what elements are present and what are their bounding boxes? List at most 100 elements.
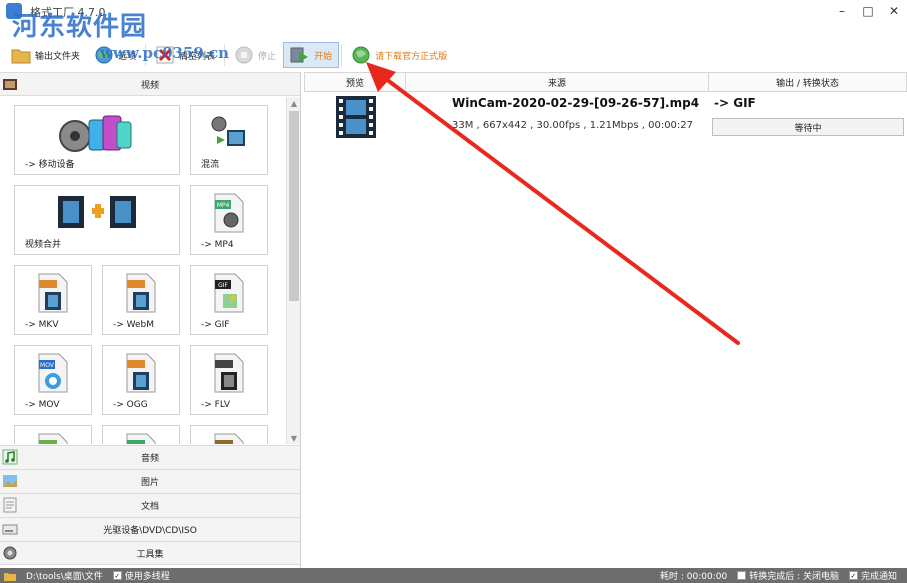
column-header-preview[interactable]: 预览 bbox=[304, 72, 406, 92]
tile-label: -> FLV bbox=[201, 400, 231, 410]
tile-label: -> 移动设备 bbox=[25, 160, 75, 170]
download-label: 请下载官方正式版 bbox=[375, 51, 448, 62]
folder-icon bbox=[11, 45, 31, 65]
toolbox-icon bbox=[2, 545, 18, 561]
start-play-icon bbox=[290, 45, 310, 65]
scroll-up-icon[interactable]: ▲ bbox=[287, 97, 301, 109]
tile-label: 混流 bbox=[201, 160, 220, 170]
file-format-icon bbox=[103, 432, 179, 444]
column-header-output-status[interactable]: 输出 / 转换状态 bbox=[709, 72, 907, 92]
tile-label: 视频合并 bbox=[25, 240, 62, 250]
disc-icon bbox=[2, 521, 18, 537]
scroll-down-icon[interactable]: ▼ bbox=[287, 432, 301, 444]
folder-small-icon bbox=[4, 571, 16, 581]
category-picture[interactable]: 图片 bbox=[0, 469, 300, 493]
document-icon bbox=[2, 497, 18, 513]
webm-icon bbox=[103, 272, 179, 314]
start-label: 开始 bbox=[314, 51, 333, 62]
video-category-icon bbox=[2, 76, 18, 92]
stop-button[interactable]: 停止 bbox=[227, 42, 283, 68]
toolbar-separator bbox=[341, 44, 343, 66]
video-file-thumbnail-icon bbox=[336, 96, 376, 141]
conversion-status[interactable]: 等待中 bbox=[712, 118, 904, 136]
category-document[interactable]: 文档 bbox=[0, 493, 300, 517]
download-official-button[interactable]: 请下载官方正式版 bbox=[344, 42, 454, 68]
multithread-label: 使用多线程 bbox=[124, 572, 170, 582]
source-filename: WinCam-2020-02-29-[09-26-57].mp4 bbox=[452, 96, 700, 110]
close-button[interactable]: ✕ bbox=[881, 0, 907, 22]
tile-mp4[interactable]: MP4 -> MP4 bbox=[190, 185, 268, 255]
mobile-device-icon bbox=[15, 112, 179, 154]
gif-badge-text: GIF bbox=[218, 282, 228, 289]
category-label: 图片 bbox=[140, 478, 159, 488]
after-done-checkbox[interactable] bbox=[737, 571, 747, 580]
tile-video-merge[interactable]: 视频合并 bbox=[14, 185, 180, 255]
video-category-label: 视频 bbox=[140, 80, 159, 91]
tile-label: -> GIF bbox=[201, 320, 230, 330]
tile-mkv[interactable]: -> MKV bbox=[14, 265, 92, 335]
stop-label: 停止 bbox=[258, 51, 277, 62]
stop-icon bbox=[234, 45, 254, 65]
gif-icon: GIF bbox=[191, 272, 267, 314]
mkv-icon bbox=[15, 272, 91, 314]
tile-label: -> OGG bbox=[113, 400, 148, 410]
column-header-source[interactable]: 来源 bbox=[406, 72, 709, 92]
tile-flv[interactable]: -> FLV bbox=[190, 345, 268, 415]
tile-label: -> MOV bbox=[25, 400, 60, 410]
tile-partial[interactable] bbox=[102, 425, 180, 444]
status-bar: D:\tools\桌面\文件 ✓ 使用多线程 耗时 : 00:00:00 转换完… bbox=[0, 568, 907, 583]
source-file-info: 33M , 667x442 , 30.00fps , 1.21Mbps , 00… bbox=[452, 120, 694, 131]
video-tiles-grid: -> 移动设备 混流 视频合并 MP4 -> MP4 -> MKV -> Web… bbox=[0, 97, 286, 444]
after-done-option[interactable]: 转换完成后 : 关闭电脑 bbox=[737, 569, 839, 582]
tile-partial[interactable] bbox=[190, 425, 268, 444]
tile-ogg[interactable]: -> OGG bbox=[102, 345, 180, 415]
mp4-badge-text: MP4 bbox=[217, 202, 230, 209]
ogg-icon bbox=[103, 352, 179, 394]
tile-mux[interactable]: 混流 bbox=[190, 105, 268, 175]
audio-icon bbox=[2, 449, 18, 465]
output-folder-button[interactable]: 输出文件夹 bbox=[4, 42, 87, 68]
file-format-icon bbox=[15, 432, 91, 444]
notify-checkbox[interactable]: ✓ bbox=[848, 571, 858, 580]
output-folder-label: 输出文件夹 bbox=[35, 51, 81, 62]
tile-partial[interactable] bbox=[14, 425, 92, 444]
category-audio[interactable]: 音频 bbox=[0, 445, 300, 469]
start-button[interactable]: 开始 bbox=[283, 42, 340, 68]
category-label: 音频 bbox=[140, 454, 159, 464]
maximize-button[interactable]: □ bbox=[855, 0, 881, 22]
flv-icon bbox=[191, 352, 267, 394]
tile-label: -> WebM bbox=[113, 320, 155, 330]
minimize-button[interactable]: – bbox=[829, 0, 855, 22]
tile-label: -> MKV bbox=[25, 320, 59, 330]
tile-label: -> MP4 bbox=[201, 240, 234, 250]
tile-mov[interactable]: MOV -> MOV bbox=[14, 345, 92, 415]
category-disc[interactable]: 光驱设备\DVD\CD\ISO bbox=[0, 517, 300, 541]
mux-icon bbox=[191, 112, 267, 152]
multithread-checkbox[interactable]: ✓ bbox=[112, 571, 122, 580]
watermark-url: www.pc0359.cn bbox=[100, 44, 230, 62]
table-row[interactable]: WinCam-2020-02-29-[09-26-57].mp4 33M , 6… bbox=[304, 92, 907, 144]
mp4-icon: MP4 bbox=[191, 192, 267, 234]
mov-icon: MOV bbox=[15, 352, 91, 394]
tile-webm[interactable]: -> WebM bbox=[102, 265, 180, 335]
file-list-panel: 预览 来源 输出 / 转换状态 WinCam-2020-02-29-[09-26… bbox=[304, 72, 907, 568]
multithread-option[interactable]: ✓ 使用多线程 bbox=[112, 569, 170, 582]
category-video-header[interactable]: 视频 bbox=[0, 72, 300, 96]
category-label: 光驱设备\DVD\CD\ISO bbox=[103, 526, 197, 536]
watermark-text: 河东软件园 bbox=[12, 12, 148, 42]
elapsed-time: 耗时 : 00:00:00 bbox=[660, 572, 728, 582]
notify-option[interactable]: ✓ 完成通知 bbox=[848, 569, 897, 582]
video-merge-icon bbox=[15, 192, 179, 232]
category-label: 文档 bbox=[140, 502, 159, 512]
tiles-scrollbar[interactable]: ▲ ▼ bbox=[286, 97, 300, 444]
tile-mobile-device[interactable]: -> 移动设备 bbox=[14, 105, 180, 175]
mov-badge-text: MOV bbox=[40, 362, 55, 369]
globe-download-icon bbox=[351, 45, 371, 65]
scroll-thumb[interactable] bbox=[289, 111, 299, 301]
output-target-format: -> GIF bbox=[714, 96, 756, 110]
left-panel: 视频 -> 移动设备 混流 视频合并 MP4 -> MP4 -> MKV -> … bbox=[0, 72, 301, 568]
tile-gif[interactable]: GIF -> GIF bbox=[190, 265, 268, 335]
output-path[interactable]: D:\tools\桌面\文件 bbox=[26, 569, 103, 582]
notify-label: 完成通知 bbox=[860, 572, 897, 582]
category-toolbox[interactable]: 工具集 bbox=[0, 541, 300, 565]
